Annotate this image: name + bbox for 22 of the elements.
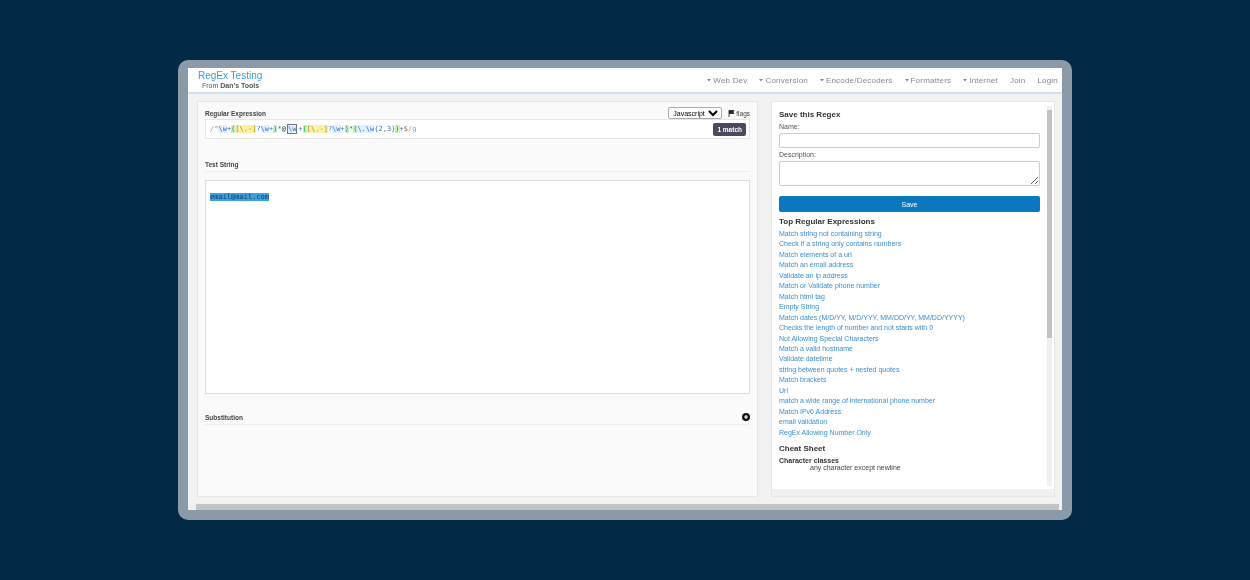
scrollbar[interactable] — [772, 489, 1054, 496]
nav-link[interactable]: Internet — [963, 75, 998, 85]
form-title: Save this Regex — [779, 110, 842, 119]
section-heading: Top Regular Expressions — [779, 217, 876, 226]
nav-link[interactable]: Formatters — [904, 75, 952, 85]
site-title[interactable]: RegEx Testing — [198, 71, 263, 81]
nav-link[interactable]: Login — [1037, 75, 1058, 85]
plus-icon[interactable] — [742, 413, 750, 421]
nav-link[interactable]: Join — [1009, 75, 1026, 85]
section-heading: Cheat Sheet — [779, 444, 827, 454]
description-field[interactable] — [779, 161, 1040, 186]
scrollbar[interactable] — [1047, 106, 1052, 486]
caret-icon — [963, 78, 968, 82]
nav-link[interactable]: Encode/Decoders — [819, 75, 893, 85]
caret-icon — [759, 78, 764, 82]
nav-link[interactable]: Web Dev — [707, 75, 748, 85]
caret-icon — [707, 78, 712, 82]
flag-icon — [728, 109, 736, 117]
caret-icon — [819, 78, 824, 82]
nav-link[interactable]: Conversion — [759, 75, 808, 85]
name-field[interactable] — [779, 133, 1040, 148]
caret-icon — [904, 78, 909, 82]
